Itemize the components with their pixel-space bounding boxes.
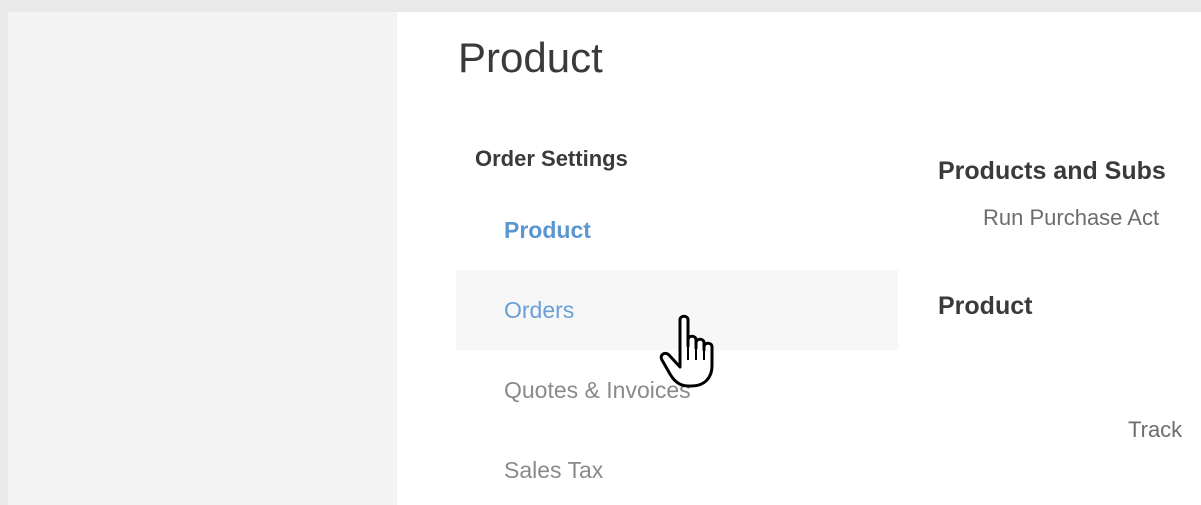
settings-window: Product Order Settings Product Orders Qu… [8,12,1201,505]
setting-track: Track [1128,417,1183,442]
nav-item-orders[interactable]: Orders [456,270,898,350]
section-title-products-subscriptions: Products and Subs [938,157,1166,185]
nav-item-sales-tax[interactable]: Sales Tax [456,430,898,505]
setting-run-purchase-actions: Run Purchase Act [983,205,1160,230]
nav-item-quotes-invoices[interactable]: Quotes & Invoices [456,350,898,430]
section-title-product: Product [938,292,1033,320]
left-panel [8,12,397,505]
nav-item-product[interactable]: Product [456,190,898,270]
nav-heading: Order Settings [475,146,628,171]
page-title: Product [458,34,603,81]
